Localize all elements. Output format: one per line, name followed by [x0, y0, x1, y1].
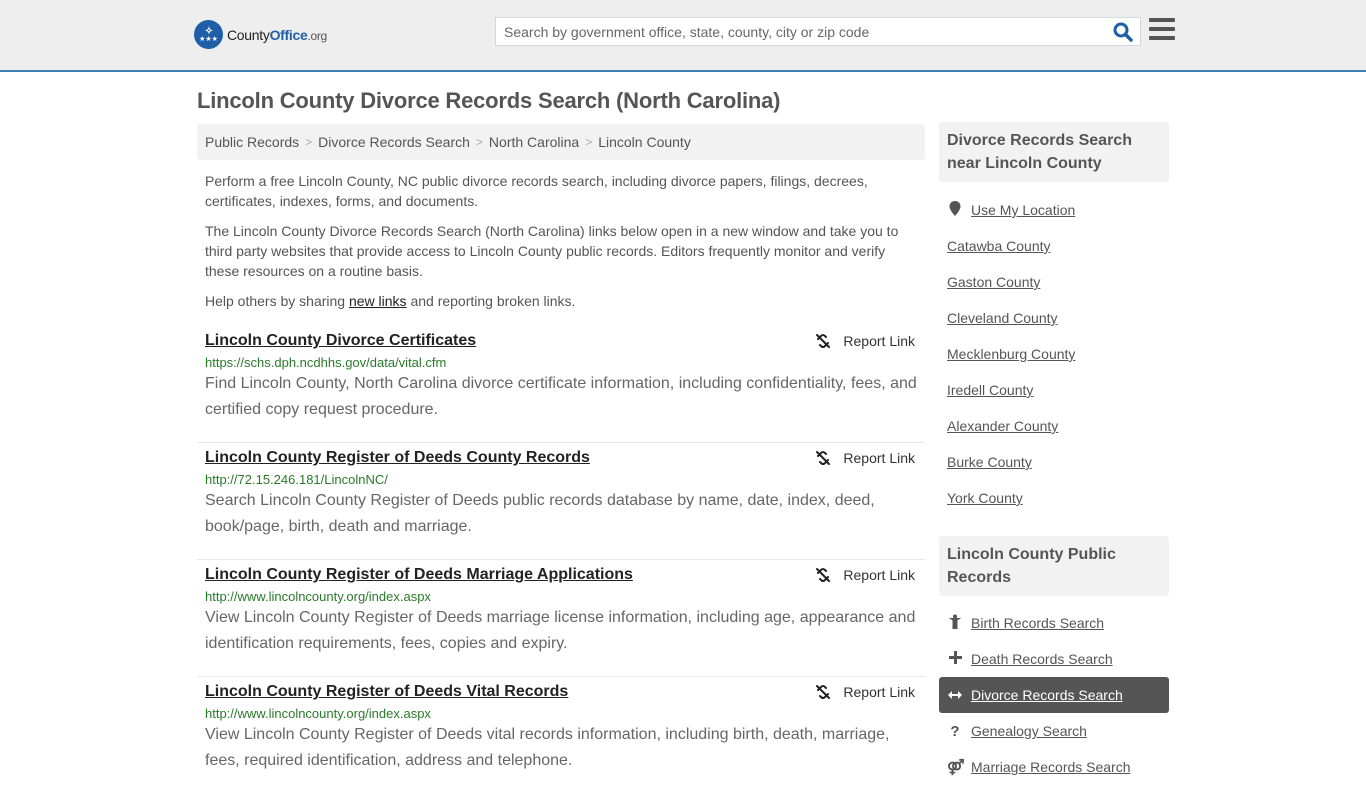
menu-bar — [1149, 18, 1175, 22]
result-item: Lincoln County Divorce Certificates Repo… — [197, 326, 925, 443]
result-description: View Lincoln County Register of Deeds vi… — [205, 726, 890, 769]
arrows-horizontal-icon — [947, 687, 963, 704]
public-record-item[interactable]: ⚤ Marriage Records Search — [939, 749, 1169, 785]
nearby-county-item[interactable]: Gaston County — [939, 264, 1169, 300]
result-item: Lincoln County Register of Deeds County … — [197, 443, 925, 560]
nearby-list: Use My Location Catawba County Gaston Co… — [939, 192, 1169, 516]
nearby-county-link[interactable]: York County — [947, 490, 1023, 506]
public-record-item[interactable]: ? Genealogy Search — [939, 713, 1169, 749]
nearby-county-link[interactable]: Alexander County — [947, 418, 1058, 434]
result-url: https://schs.dph.ncdhhs.gov/data/vital.c… — [205, 355, 447, 370]
site-logo[interactable]: ✧ ★★★ CountyOffice.org — [194, 20, 327, 49]
report-link-button[interactable]: Report Link — [815, 567, 915, 583]
death-records-link[interactable]: Death Records Search — [971, 651, 1113, 667]
report-link-button[interactable]: Report Link — [815, 450, 915, 466]
intro-text: Perform a free Lincoln County, NC public… — [205, 171, 920, 321]
plus-icon — [947, 650, 963, 668]
breadcrumb-lincoln-county[interactable]: Lincoln County — [598, 134, 691, 150]
breadcrumb-public-records[interactable]: Public Records — [205, 134, 299, 150]
nearby-county-link[interactable]: Gaston County — [947, 274, 1040, 290]
search-icon — [1113, 22, 1133, 42]
report-link-button[interactable]: Report Link — [815, 333, 915, 349]
nearby-county-link[interactable]: Mecklenburg County — [947, 346, 1075, 362]
intro-paragraph: The Lincoln County Divorce Records Searc… — [205, 223, 899, 279]
nearby-county-item[interactable]: Iredell County — [939, 372, 1169, 408]
result-description: View Lincoln County Register of Deeds ma… — [205, 609, 916, 652]
public-record-item-active[interactable]: Divorce Records Search — [939, 677, 1169, 713]
nearby-county-link[interactable]: Catawba County — [947, 238, 1051, 254]
page-title: Lincoln County Divorce Records Search (N… — [197, 88, 781, 113]
public-records-heading: Lincoln County Public Records — [939, 536, 1169, 596]
breadcrumb-separator: > — [475, 135, 483, 149]
question-icon: ? — [950, 722, 960, 740]
eagle-logo-icon: ✧ ★★★ — [194, 20, 223, 49]
report-link-button[interactable]: Report Link — [815, 684, 915, 700]
public-records-list: Birth Records Search Death Records Searc… — [939, 605, 1169, 785]
hamburger-menu-button[interactable] — [1149, 18, 1175, 42]
result-url: http://www.lincolncounty.org/index.aspx — [205, 706, 431, 721]
breadcrumb-separator: > — [305, 135, 313, 149]
nearby-county-link[interactable]: Cleveland County — [947, 310, 1058, 326]
result-item: Lincoln County Register of Deeds Vital R… — [197, 677, 925, 794]
broken-link-icon — [816, 334, 831, 348]
child-icon — [947, 614, 963, 633]
birth-records-link[interactable]: Birth Records Search — [971, 615, 1104, 631]
menu-bar — [1149, 27, 1175, 31]
public-record-item[interactable]: Birth Records Search — [939, 605, 1169, 641]
genealogy-search-link[interactable]: Genealogy Search — [971, 723, 1087, 739]
nearby-county-item[interactable]: Cleveland County — [939, 300, 1169, 336]
breadcrumb: Public Records > Divorce Records Search … — [197, 124, 925, 160]
result-item: Lincoln County Register of Deeds Marriag… — [197, 560, 925, 677]
use-my-location-link[interactable]: Use My Location — [971, 202, 1075, 218]
public-record-item[interactable]: Death Records Search — [939, 641, 1169, 677]
divorce-records-link[interactable]: Divorce Records Search — [971, 687, 1123, 703]
marriage-icon: ⚤ — [947, 759, 965, 776]
map-marker-icon — [947, 200, 963, 220]
marriage-records-link[interactable]: Marriage Records Search — [971, 759, 1131, 775]
result-title-link[interactable]: Lincoln County Register of Deeds Vital R… — [205, 683, 568, 701]
result-title-link[interactable]: Lincoln County Register of Deeds County … — [205, 449, 590, 467]
intro-paragraph: Perform a free Lincoln County, NC public… — [205, 173, 868, 209]
use-my-location-item[interactable]: Use My Location — [939, 192, 1169, 228]
broken-link-icon — [816, 451, 831, 465]
logo-text: CountyOffice.org — [227, 26, 327, 43]
result-description: Find Lincoln County, North Carolina divo… — [205, 375, 917, 418]
results-list: Lincoln County Divorce Certificates Repo… — [197, 326, 925, 794]
result-title-link[interactable]: Lincoln County Register of Deeds Marriag… — [205, 566, 633, 584]
result-url: http://72.15.246.181/LincolnNC/ — [205, 472, 388, 487]
nearby-heading: Divorce Records Search near Lincoln Coun… — [939, 122, 1169, 182]
nearby-county-item[interactable]: York County — [939, 480, 1169, 516]
result-title-link[interactable]: Lincoln County Divorce Certificates — [205, 332, 476, 350]
search-bar — [495, 17, 1141, 46]
nearby-county-item[interactable]: Alexander County — [939, 408, 1169, 444]
result-url: http://www.lincolncounty.org/index.aspx — [205, 589, 431, 604]
breadcrumb-divorce-records-search[interactable]: Divorce Records Search — [318, 134, 470, 150]
search-input[interactable] — [496, 18, 1106, 45]
nearby-county-item[interactable]: Burke County — [939, 444, 1169, 480]
search-button[interactable] — [1112, 21, 1136, 43]
nearby-county-link[interactable]: Iredell County — [947, 382, 1033, 398]
site-header: ✧ ★★★ CountyOffice.org — [0, 0, 1366, 72]
nearby-county-item[interactable]: Catawba County — [939, 228, 1169, 264]
menu-bar — [1149, 36, 1175, 40]
new-links-link[interactable]: new links — [349, 293, 407, 309]
result-description: Search Lincoln County Register of Deeds … — [205, 492, 875, 535]
breadcrumb-north-carolina[interactable]: North Carolina — [489, 134, 579, 150]
broken-link-icon — [816, 568, 831, 582]
nearby-county-item[interactable]: Mecklenburg County — [939, 336, 1169, 372]
broken-link-icon — [816, 685, 831, 699]
share-links-paragraph: Help others by sharing new links and rep… — [205, 293, 576, 309]
nearby-county-link[interactable]: Burke County — [947, 454, 1032, 470]
breadcrumb-separator: > — [585, 135, 593, 149]
